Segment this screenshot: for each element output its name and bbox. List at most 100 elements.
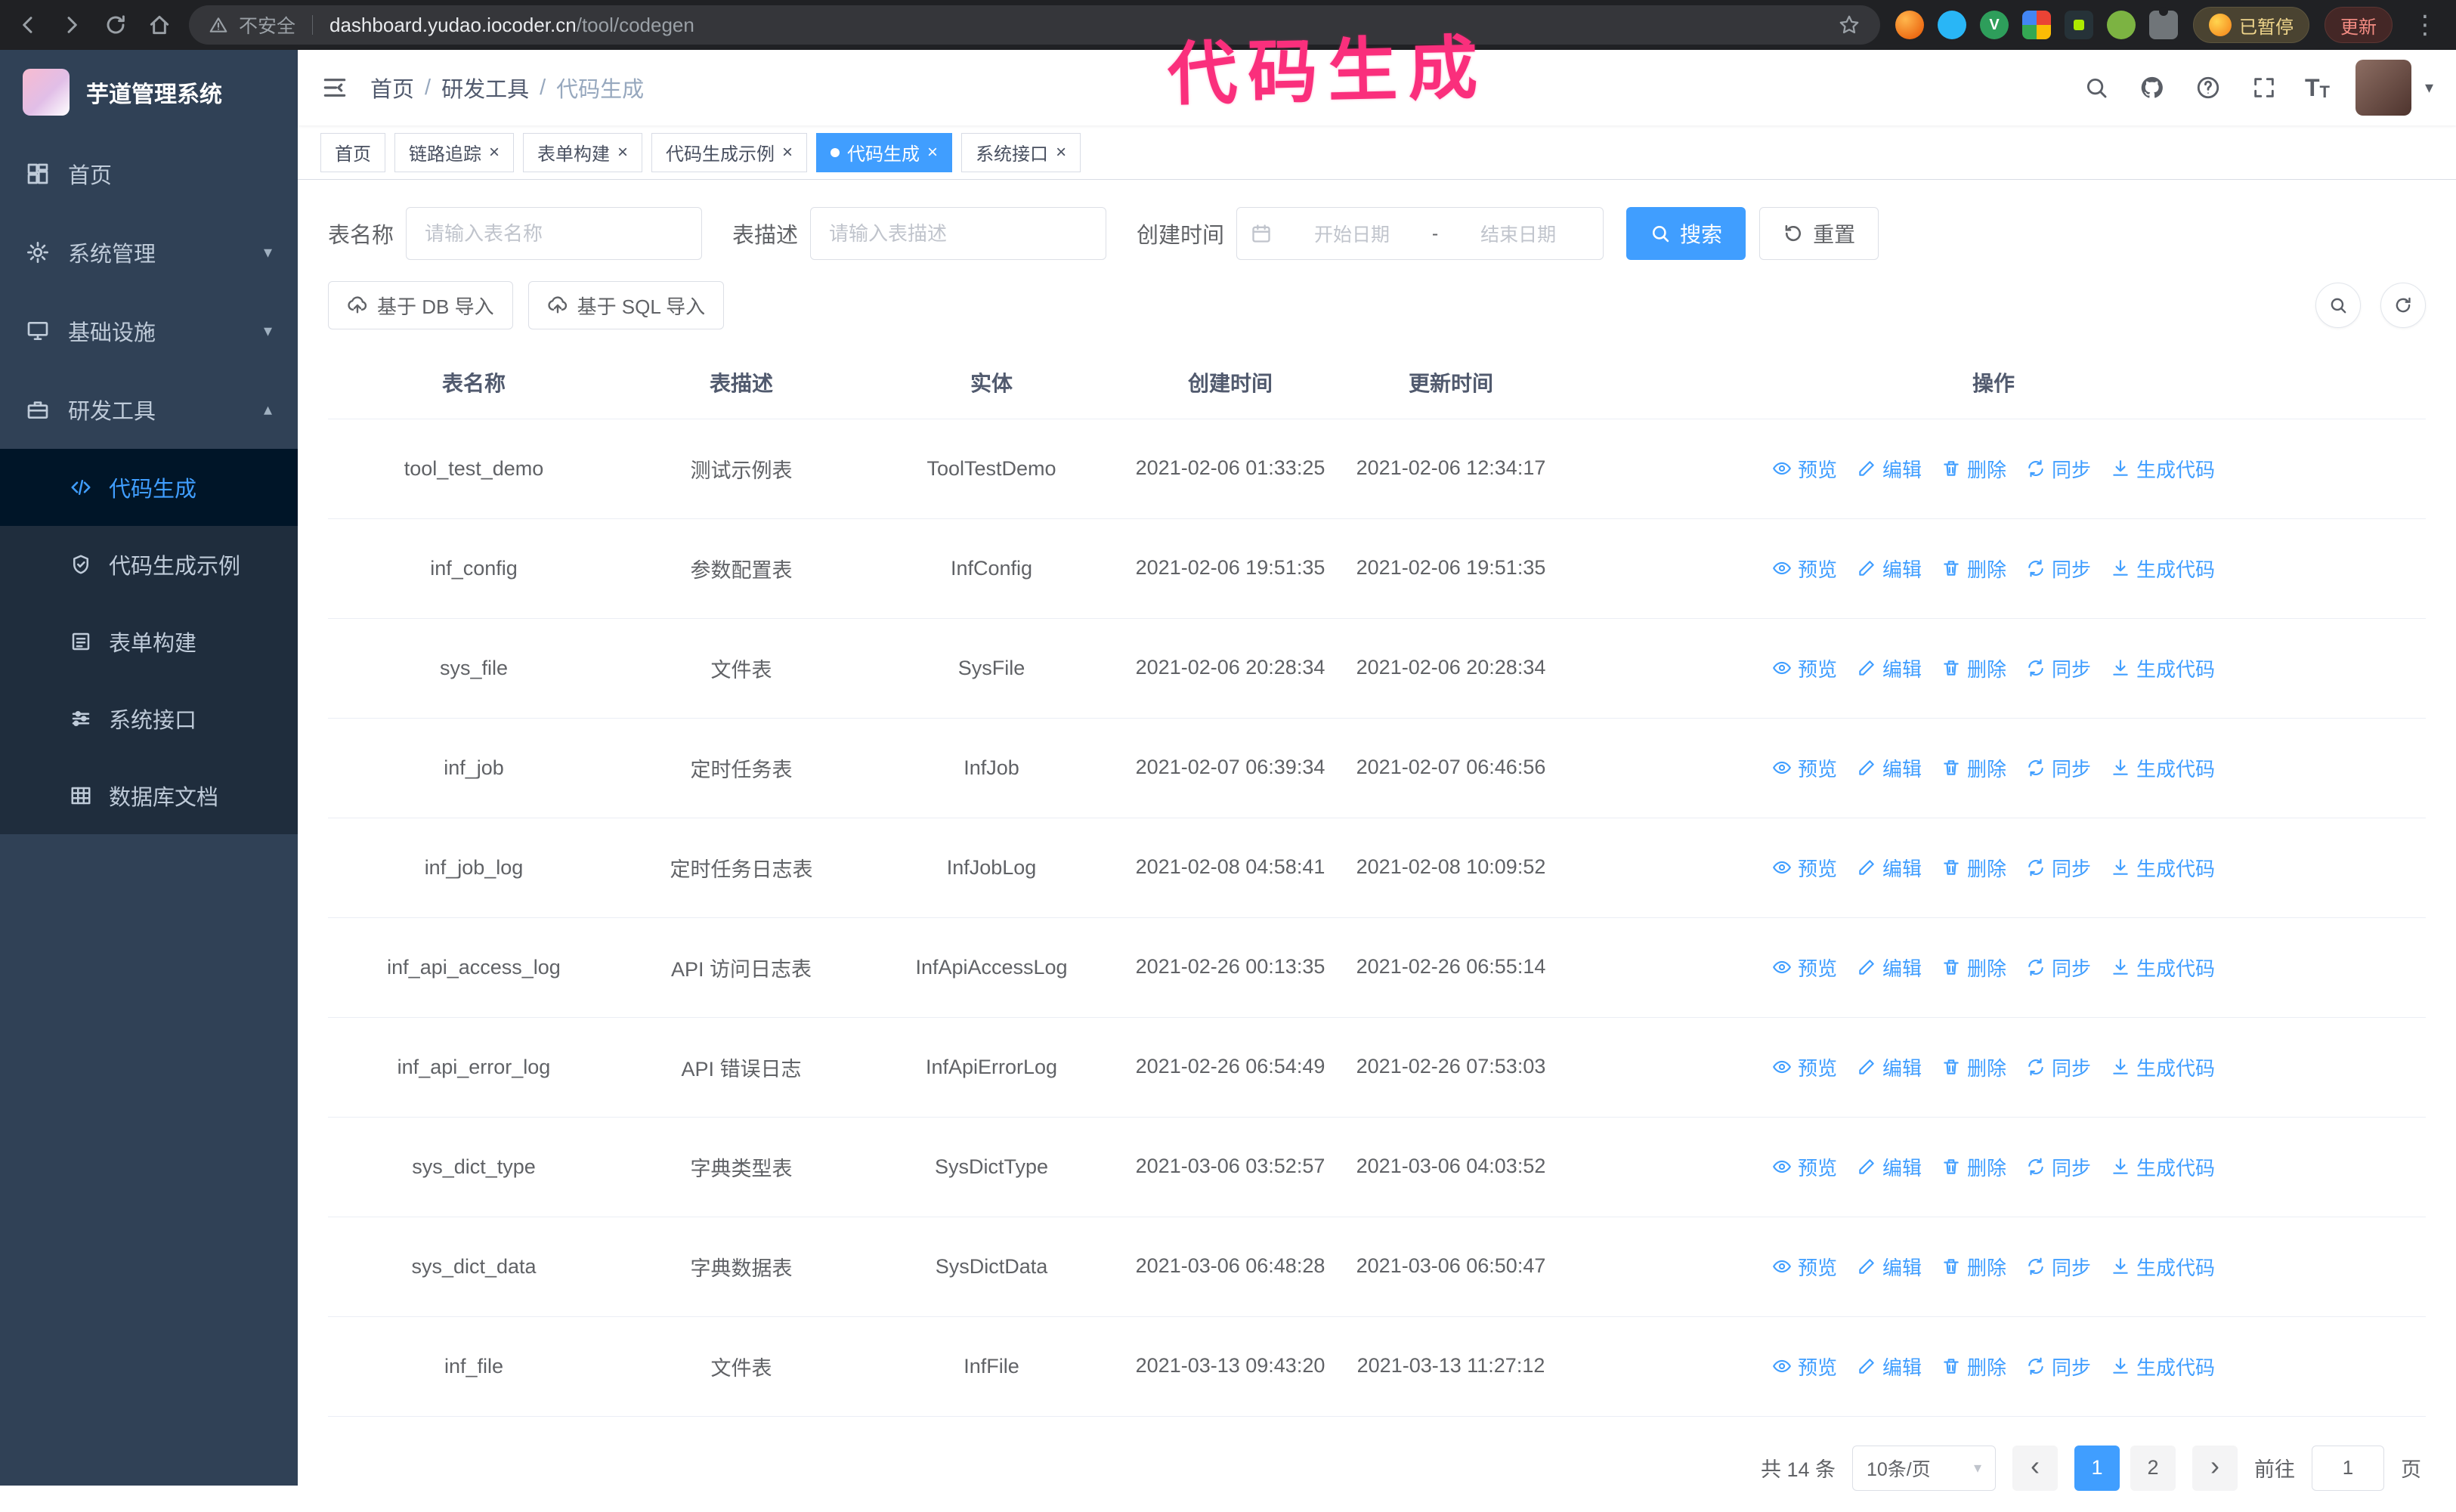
delete-action-link[interactable]: 删除 — [1941, 1353, 2006, 1381]
tab-item[interactable]: 表单构建 × — [523, 132, 643, 172]
preview-action-link[interactable]: 预览 — [1772, 1353, 1837, 1381]
prev-page-button[interactable]: ‹ — [2012, 1445, 2058, 1491]
preview-action-link[interactable]: 预览 — [1772, 854, 1837, 882]
tab-item[interactable]: 系统接口 × — [961, 132, 1081, 172]
generate-code-action-link[interactable]: 生成代码 — [2111, 954, 2215, 982]
sidebar-item[interactable]: 基础设施 ▾ — [0, 292, 298, 370]
sidebar-item[interactable]: 系统管理 ▾ — [0, 213, 298, 292]
edit-action-link[interactable]: 编辑 — [1857, 854, 1922, 882]
extension-icon[interactable] — [1938, 11, 1966, 39]
generate-code-action-link[interactable]: 生成代码 — [2111, 1053, 2215, 1081]
edit-action-link[interactable]: 编辑 — [1857, 754, 1922, 782]
table-name-input[interactable] — [406, 207, 703, 260]
generate-code-action-link[interactable]: 生成代码 — [2111, 555, 2215, 583]
generate-code-action-link[interactable]: 生成代码 — [2111, 654, 2215, 682]
sync-action-link[interactable]: 同步 — [2026, 954, 2091, 982]
extension-icon[interactable] — [2065, 11, 2093, 39]
forward-icon[interactable] — [57, 11, 86, 39]
edit-action-link[interactable]: 编辑 — [1857, 1153, 1922, 1181]
tab-item[interactable]: 链路追踪 × — [394, 132, 515, 172]
sidebar-subitem[interactable]: 代码生成 — [0, 449, 298, 526]
sidebar-subitem[interactable]: 系统接口 — [0, 680, 298, 757]
preview-action-link[interactable]: 预览 — [1772, 555, 1837, 583]
sidebar-item[interactable]: 研发工具 ▴ — [0, 370, 298, 449]
fullscreen-icon[interactable] — [2249, 73, 2279, 103]
page-size-select[interactable]: 10条/页 ▾ — [1852, 1445, 1996, 1491]
back-icon[interactable] — [14, 11, 42, 39]
preview-action-link[interactable]: 预览 — [1772, 654, 1837, 682]
delete-action-link[interactable]: 删除 — [1941, 455, 2006, 483]
extension-icon[interactable] — [1895, 11, 1924, 39]
user-avatar[interactable] — [2355, 60, 2411, 116]
breadcrumb-item[interactable]: 研发工具 — [441, 72, 529, 104]
delete-action-link[interactable]: 删除 — [1941, 854, 2006, 882]
profile-paused-badge[interactable]: 已暂停 — [2193, 7, 2309, 43]
tab-close-icon[interactable]: × — [1056, 143, 1066, 162]
goto-page-input[interactable] — [2312, 1445, 2384, 1491]
tab-active[interactable]: 代码生成 × — [816, 132, 953, 172]
tab-close-icon[interactable]: × — [927, 143, 938, 162]
preview-action-link[interactable]: 预览 — [1772, 455, 1837, 483]
github-icon[interactable] — [2137, 73, 2167, 103]
delete-action-link[interactable]: 删除 — [1941, 654, 2006, 682]
avatar-caret-icon[interactable]: ▾ — [2425, 78, 2433, 97]
reset-button[interactable]: 重置 — [1759, 207, 1879, 260]
sync-action-link[interactable]: 同步 — [2026, 1353, 2091, 1381]
delete-action-link[interactable]: 删除 — [1941, 555, 2006, 583]
edit-action-link[interactable]: 编辑 — [1857, 1353, 1922, 1381]
tab-close-icon[interactable]: × — [489, 143, 500, 162]
generate-code-action-link[interactable]: 生成代码 — [2111, 1153, 2215, 1181]
url-text[interactable]: dashboard.yudao.iocoder.cn/tool/codegen — [329, 14, 694, 37]
delete-action-link[interactable]: 删除 — [1941, 1253, 2006, 1281]
delete-action-link[interactable]: 删除 — [1941, 954, 2006, 982]
tab-item[interactable]: 首页 — [320, 132, 385, 172]
edit-action-link[interactable]: 编辑 — [1857, 455, 1922, 483]
next-page-button[interactable]: › — [2192, 1445, 2238, 1491]
sync-action-link[interactable]: 同步 — [2026, 754, 2091, 782]
help-icon[interactable] — [2193, 73, 2223, 103]
address-bar[interactable]: 不安全 dashboard.yudao.iocoder.cn/tool/code… — [189, 5, 1880, 45]
generate-code-action-link[interactable]: 生成代码 — [2111, 1253, 2215, 1281]
security-warning-label[interactable]: 不安全 — [239, 11, 295, 39]
sync-action-link[interactable]: 同步 — [2026, 854, 2091, 882]
bookmark-star-icon[interactable] — [1838, 14, 1861, 36]
tab-close-icon[interactable]: × — [782, 143, 793, 162]
hamburger-icon[interactable] — [320, 73, 349, 102]
browser-home-icon[interactable] — [145, 11, 174, 39]
sidebar-item[interactable]: 首页 — [0, 135, 298, 213]
generate-code-action-link[interactable]: 生成代码 — [2111, 754, 2215, 782]
sync-action-link[interactable]: 同步 — [2026, 455, 2091, 483]
edit-action-link[interactable]: 编辑 — [1857, 654, 1922, 682]
search-button[interactable]: 搜索 — [1626, 207, 1746, 260]
generate-code-action-link[interactable]: 生成代码 — [2111, 854, 2215, 882]
preview-action-link[interactable]: 预览 — [1772, 954, 1837, 982]
preview-action-link[interactable]: 预览 — [1772, 754, 1837, 782]
app-logo[interactable]: 芋道管理系统 — [0, 50, 298, 135]
delete-action-link[interactable]: 删除 — [1941, 754, 2006, 782]
sidebar-subitem[interactable]: 代码生成示例 — [0, 526, 298, 603]
toggle-search-button[interactable] — [2315, 283, 2361, 328]
delete-action-link[interactable]: 删除 — [1941, 1153, 2006, 1181]
extension-icon[interactable] — [2022, 11, 2051, 39]
sidebar-subitem[interactable]: 数据库文档 — [0, 757, 298, 834]
import-db-button[interactable]: 基于 DB 导入 — [328, 281, 513, 329]
preview-action-link[interactable]: 预览 — [1772, 1153, 1837, 1181]
search-icon[interactable] — [2081, 73, 2111, 103]
font-size-icon[interactable]: TT — [2305, 74, 2330, 102]
sync-action-link[interactable]: 同步 — [2026, 654, 2091, 682]
generate-code-action-link[interactable]: 生成代码 — [2111, 455, 2215, 483]
extension-icon[interactable]: V — [1980, 11, 2009, 39]
import-sql-button[interactable]: 基于 SQL 导入 — [527, 281, 725, 329]
refresh-table-button[interactable] — [2380, 283, 2426, 328]
page-button[interactable]: 1 — [2074, 1445, 2120, 1491]
preview-action-link[interactable]: 预览 — [1772, 1053, 1837, 1081]
reload-icon[interactable] — [101, 11, 130, 39]
edit-action-link[interactable]: 编辑 — [1857, 1053, 1922, 1081]
breadcrumb-item[interactable]: 首页 — [370, 72, 414, 104]
sync-action-link[interactable]: 同步 — [2026, 1253, 2091, 1281]
edit-action-link[interactable]: 编辑 — [1857, 1253, 1922, 1281]
tab-item[interactable]: 代码生成示例 × — [651, 132, 808, 172]
browser-menu-icon[interactable]: ⋮ — [2408, 10, 2442, 40]
sync-action-link[interactable]: 同步 — [2026, 555, 2091, 583]
page-button[interactable]: 2 — [2130, 1445, 2176, 1491]
